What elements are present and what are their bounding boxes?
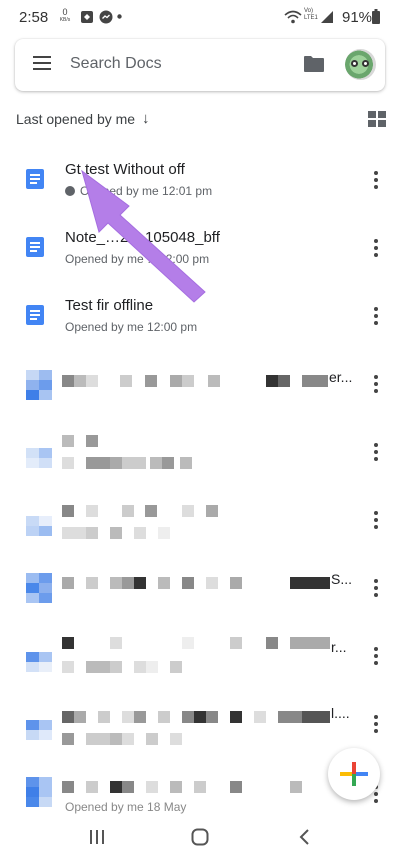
file-row[interactable]: Note_…20_105048_bff Opened by me …12:00 … xyxy=(0,221,400,289)
obscured-file-row[interactable] xyxy=(0,425,400,493)
more-vert-icon[interactable] xyxy=(372,171,380,189)
truncated-title: l.... xyxy=(331,705,350,721)
doc-icon xyxy=(26,305,44,325)
home-icon[interactable] xyxy=(191,828,209,846)
blurred-thumbnail xyxy=(26,370,52,400)
search-input[interactable]: Search Docs xyxy=(70,55,162,73)
grid-view-icon[interactable] xyxy=(368,111,386,127)
sort-row: Last opened by me ↓ xyxy=(0,100,400,140)
recent-apps-icon[interactable] xyxy=(88,828,106,846)
more-vert-icon[interactable] xyxy=(372,647,380,665)
file-title: Test fir offline xyxy=(65,297,154,314)
sync-icon xyxy=(81,11,93,23)
file-subtitle-text: Opened by me 12:01 pm xyxy=(80,184,213,198)
obscured-file-row[interactable] xyxy=(0,493,400,561)
more-vert-icon[interactable] xyxy=(372,239,380,257)
file-title: Note_…20_105048_bff xyxy=(65,229,220,246)
messenger-icon xyxy=(99,10,113,24)
battery-percent: 91% xyxy=(342,9,373,26)
net-speed-unit: KB/s xyxy=(59,17,71,23)
obscured-file-row[interactable]: r... xyxy=(0,629,400,697)
search-bar[interactable]: Search Docs xyxy=(15,39,385,91)
partial-subtitle: Opened by me 18 May xyxy=(65,800,187,814)
file-subtitle: Opened by me 12:00 pm xyxy=(65,320,198,334)
blurred-thumbnail xyxy=(26,642,52,672)
plus-icon xyxy=(340,762,368,786)
file-title: Gt test Without off xyxy=(65,161,185,178)
more-vert-icon[interactable] xyxy=(372,307,380,325)
net-speed-value: 0 xyxy=(62,7,68,17)
system-nav-bar xyxy=(0,818,400,866)
more-vert-icon[interactable] xyxy=(372,443,380,461)
sort-direction-icon[interactable]: ↓ xyxy=(142,110,150,127)
status-bar: 2:58 0 KB/s Vo) LTE1 91% xyxy=(0,0,400,34)
file-subtitle: Opened by me 12:01 pm xyxy=(65,184,212,198)
back-icon[interactable] xyxy=(296,828,314,846)
truncated-title: er... xyxy=(329,369,353,385)
blurred-thumbnail xyxy=(26,573,52,603)
blurred-thumbnail xyxy=(26,506,52,536)
blurred-thumbnail xyxy=(26,777,52,807)
more-vert-icon[interactable] xyxy=(372,579,380,597)
file-row[interactable]: Test fir offline Opened by me 12:00 pm xyxy=(0,289,400,357)
more-vert-icon[interactable] xyxy=(372,375,380,393)
notification-dot-icon xyxy=(117,14,122,19)
file-row[interactable]: Gt test Without off Opened by me 12:01 p… xyxy=(0,153,400,221)
net-speed: 0 KB/s xyxy=(58,7,72,24)
truncated-title: r... xyxy=(331,639,347,655)
status-time: 2:58 xyxy=(19,9,49,26)
obscured-file-row[interactable]: er... xyxy=(0,357,400,425)
doc-icon xyxy=(26,237,44,257)
folder-icon[interactable] xyxy=(303,55,325,73)
signal-icon xyxy=(321,11,333,23)
offline-icon xyxy=(65,186,75,196)
network-label: Vo) LTE1 xyxy=(304,8,318,21)
more-vert-icon[interactable] xyxy=(372,511,380,529)
new-document-button[interactable] xyxy=(328,748,380,800)
file-subtitle: Opened by me …12:00 pm xyxy=(65,252,210,266)
hamburger-icon[interactable] xyxy=(33,56,51,70)
truncated-title: S... xyxy=(331,571,353,587)
battery-icon xyxy=(372,9,380,24)
more-vert-icon[interactable] xyxy=(372,715,380,733)
obscured-file-row[interactable]: S... xyxy=(0,561,400,629)
profile-avatar[interactable] xyxy=(345,49,376,80)
wifi-icon xyxy=(284,10,302,24)
sort-label[interactable]: Last opened by me xyxy=(16,111,135,127)
blurred-thumbnail xyxy=(26,438,52,468)
blurred-thumbnail xyxy=(26,710,52,740)
doc-icon xyxy=(26,169,44,189)
